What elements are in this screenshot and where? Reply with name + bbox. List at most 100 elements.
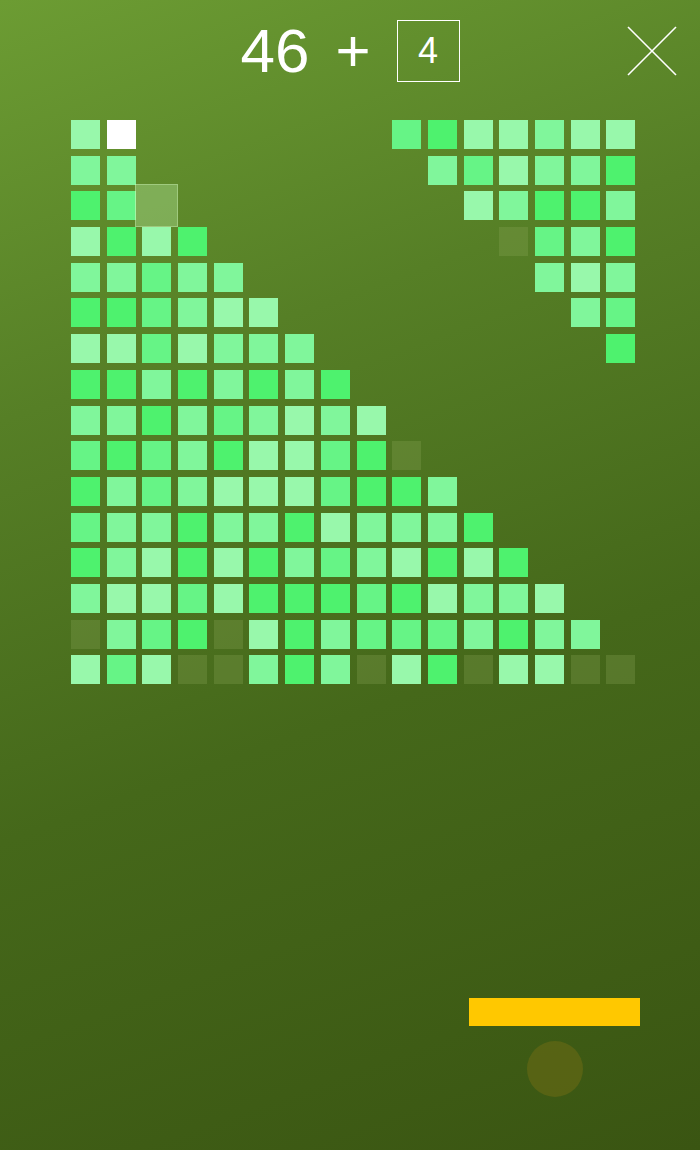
brick-cell <box>107 620 136 649</box>
brick <box>107 334 136 363</box>
brick <box>357 513 386 542</box>
brick <box>142 513 171 542</box>
drag-handle[interactable] <box>527 1041 583 1097</box>
brick-cell <box>464 406 493 435</box>
brick-cell <box>535 406 564 435</box>
brick <box>142 441 171 470</box>
brick <box>285 620 314 649</box>
brick-cell <box>107 477 136 506</box>
brick <box>606 227 635 256</box>
brick <box>321 370 350 399</box>
brick-cell <box>214 156 243 185</box>
close-button[interactable] <box>626 25 678 77</box>
brick-cell <box>535 334 564 363</box>
brick-cell <box>71 441 100 470</box>
brick-cell <box>107 334 136 363</box>
brick-cell <box>178 298 207 327</box>
brick-cell <box>249 513 278 542</box>
brick-cell <box>428 620 457 649</box>
brick <box>392 120 421 149</box>
broken-brick <box>571 655 600 684</box>
brick <box>249 298 278 327</box>
brick-cell <box>535 548 564 577</box>
brick-cell <box>178 655 207 684</box>
brick-cell <box>357 370 386 399</box>
brick <box>71 655 100 684</box>
brick-cell <box>249 298 278 327</box>
brick <box>249 334 278 363</box>
brick-cell <box>178 156 207 185</box>
brick-cell <box>142 584 171 613</box>
brick-cell <box>464 298 493 327</box>
brick-cell <box>107 156 136 185</box>
bonus-box: 4 <box>397 20 460 82</box>
brick <box>571 263 600 292</box>
broken-brick <box>214 655 243 684</box>
brick-cell <box>464 191 493 220</box>
brick-cell <box>428 477 457 506</box>
brick <box>606 334 635 363</box>
brick-cell <box>249 334 278 363</box>
brick-cell <box>464 370 493 399</box>
brick <box>428 120 457 149</box>
brick-cell <box>357 584 386 613</box>
fading-brick <box>135 184 178 227</box>
brick-cell <box>321 477 350 506</box>
brick-cell <box>571 584 600 613</box>
brick-cell <box>178 548 207 577</box>
brick-cell <box>142 513 171 542</box>
brick <box>214 477 243 506</box>
broken-brick <box>606 655 635 684</box>
brick-cell <box>606 298 635 327</box>
brick <box>214 584 243 613</box>
brick-cell <box>249 477 278 506</box>
brick-cell <box>321 548 350 577</box>
brick-cell <box>499 406 528 435</box>
broken-brick <box>464 655 493 684</box>
brick <box>535 584 564 613</box>
brick-cell <box>535 227 564 256</box>
brick <box>606 298 635 327</box>
brick-cell <box>285 370 314 399</box>
brick-cell <box>214 584 243 613</box>
brick <box>535 156 564 185</box>
brick-cell <box>606 227 635 256</box>
brick-cell <box>285 227 314 256</box>
brick <box>142 548 171 577</box>
brick-cell <box>499 655 528 684</box>
brick <box>107 263 136 292</box>
paddle[interactable] <box>469 998 640 1026</box>
brick <box>142 620 171 649</box>
brick-cell <box>142 334 171 363</box>
brick-cell <box>392 263 421 292</box>
brick <box>392 513 421 542</box>
brick-cell <box>499 477 528 506</box>
brick-cell <box>571 263 600 292</box>
brick-cell <box>357 655 386 684</box>
brick-cell <box>214 120 243 149</box>
brick-cell <box>571 548 600 577</box>
brick-cell <box>178 584 207 613</box>
brick-cell <box>142 548 171 577</box>
brick <box>178 370 207 399</box>
brick-cell <box>571 513 600 542</box>
brick <box>606 120 635 149</box>
close-icon <box>627 26 677 76</box>
brick-cell <box>571 191 600 220</box>
brick-cell <box>249 370 278 399</box>
brick-cell <box>214 441 243 470</box>
brick <box>499 584 528 613</box>
brick-cell <box>178 441 207 470</box>
brick-cell <box>178 227 207 256</box>
brick <box>71 584 100 613</box>
brick-cell <box>535 513 564 542</box>
brick-cell <box>107 370 136 399</box>
brick-cell <box>606 120 635 149</box>
brick-cell <box>392 406 421 435</box>
brick-cell <box>107 548 136 577</box>
brick-cell <box>357 191 386 220</box>
brick-cell <box>178 406 207 435</box>
brick <box>249 406 278 435</box>
brick-cell <box>285 156 314 185</box>
brick-cell <box>535 441 564 470</box>
